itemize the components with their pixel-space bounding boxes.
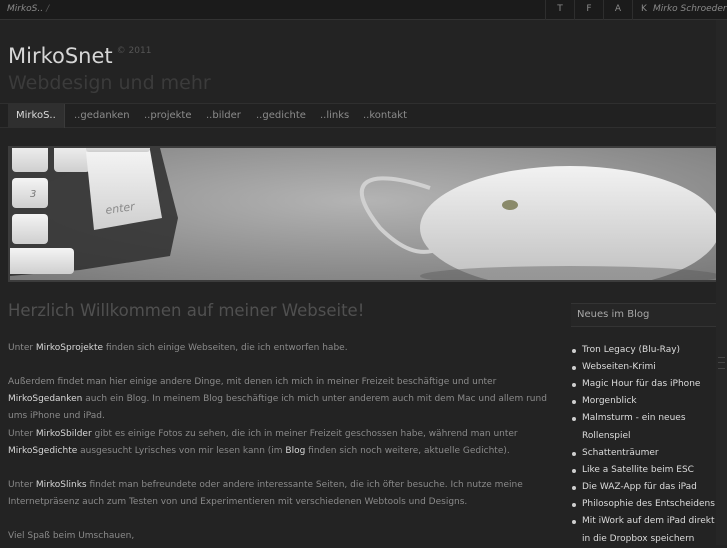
blog-post-link[interactable]: Schattenträumer <box>582 448 659 458</box>
nav-item-kontakt[interactable]: ..kontakt <box>363 104 407 128</box>
list-item[interactable]: Philosophie des Entscheidens <box>571 496 721 514</box>
list-item[interactable]: Die WAZ-App für das iPad <box>571 479 721 497</box>
main-navigation: MirkoS.. ..gedanken ..projekte ..bilder … <box>0 103 727 128</box>
letter-link-f[interactable]: F <box>575 4 603 14</box>
list-item[interactable]: Malmsturm - ein neues Rollenspiel <box>571 410 721 445</box>
bullet-icon <box>572 520 576 524</box>
bullet-icon <box>572 366 576 370</box>
text: Unter <box>8 480 36 490</box>
breadcrumb-separator: / <box>46 4 50 14</box>
site-subtitle: Webdesign und mehr <box>8 72 211 94</box>
list-item[interactable]: Mit iWork auf dem iPad direkt in die Dro… <box>571 513 721 548</box>
bullet-icon <box>572 486 576 490</box>
blog-post-link[interactable]: Tron Legacy (Blu-Ray) <box>582 345 680 355</box>
sidebar-heading-text: Neues im Blog <box>577 309 650 320</box>
list-item[interactable]: Magic Hour für das iPhone <box>571 376 721 394</box>
blog-post-link[interactable]: Die WAZ-App für das iPad <box>582 482 697 492</box>
header-banner-image: 3 enter <box>8 146 720 282</box>
text: Unter <box>8 343 36 353</box>
bullet-icon <box>572 383 576 387</box>
text: finden sich einige Webseiten, die ich en… <box>103 343 348 353</box>
top-bar: MirkoS.. / T F A K Mirko Schroeder <box>0 0 727 20</box>
text: auch ein Blog. In meinem Blog beschäftig… <box>8 394 547 421</box>
nav-item-projekte[interactable]: ..projekte <box>144 104 192 128</box>
text: Außerdem findet man hier einige andere D… <box>8 377 497 387</box>
breadcrumb[interactable]: MirkoS.. / <box>7 4 49 14</box>
blog-post-link[interactable]: Mit iWork auf dem iPad direkt in die Dro… <box>582 516 715 544</box>
site-title[interactable]: MirkoSnet © 2011 <box>8 44 151 68</box>
paragraph-projects: Unter MirkoSprojekte finden sich einige … <box>8 340 558 357</box>
paragraph-photos: Unter MirkoSbilder gibt es einige Fotos … <box>8 426 558 460</box>
copyright: © 2011 <box>116 46 152 56</box>
text: gibt es einige Fotos zu sehen, die ich i… <box>91 429 518 439</box>
blog-post-link[interactable]: Malmsturm - ein neues Rollenspiel <box>582 413 686 441</box>
link-gedichte[interactable]: MirkoSgedichte <box>8 446 77 456</box>
blog-post-link[interactable]: Webseiten-Krimi <box>582 362 656 372</box>
text: finden sich noch weitere, aktuelle Gedic… <box>305 446 510 456</box>
list-item[interactable]: Tron Legacy (Blu-Ray) <box>571 342 721 360</box>
author-name[interactable]: Mirko Schroeder <box>653 4 727 14</box>
link-bilder[interactable]: MirkoSbilder <box>36 429 92 439</box>
paragraph-blog: Außerdem findet man hier einige andere D… <box>8 374 558 425</box>
nav-item-home[interactable]: MirkoS.. <box>8 104 65 128</box>
letter-link-a[interactable]: A <box>604 4 632 14</box>
link-projekte[interactable]: MirkoSprojekte <box>36 343 103 353</box>
breadcrumb-home[interactable]: MirkoS.. <box>7 4 43 14</box>
list-item[interactable]: Like a Satellite beim ESC <box>571 462 721 480</box>
welcome-heading: Herzlich Willkommen auf meiner Webseite! <box>8 301 365 320</box>
link-links[interactable]: MirkoSlinks <box>36 480 87 490</box>
link-blog[interactable]: Blog <box>285 446 305 456</box>
list-item[interactable]: Webseiten-Krimi <box>571 359 721 377</box>
bullet-icon <box>572 417 576 421</box>
bullet-icon <box>572 452 576 456</box>
paragraph-links: Unter MirkoSlinks findet man befreundete… <box>8 477 558 511</box>
bullet-icon <box>572 400 576 404</box>
nav-item-gedichte[interactable]: ..gedichte <box>256 104 306 128</box>
site-title-text[interactable]: MirkoSnet <box>8 44 113 68</box>
link-gedanken[interactable]: MirkoSgedanken <box>8 394 82 404</box>
paragraph-closing: Viel Spaß beim Umschauen, <box>8 531 135 541</box>
blog-post-link[interactable]: Magic Hour für das iPhone <box>582 379 700 389</box>
scrollbar-grip-icon[interactable] <box>718 357 725 369</box>
sidebar-heading: Neues im Blog <box>571 303 720 327</box>
keyboard-and-mouse-photo: 3 enter <box>10 148 718 280</box>
blog-post-link[interactable]: Like a Satellite beim ESC <box>582 465 694 475</box>
nav-item-links[interactable]: ..links <box>320 104 349 128</box>
nav-item-bilder[interactable]: ..bilder <box>206 104 241 128</box>
list-item[interactable]: Morgenblick <box>571 393 721 411</box>
svg-text:3: 3 <box>30 189 36 200</box>
blog-post-link[interactable]: Philosophie des Entscheidens <box>582 499 715 509</box>
letter-link-t[interactable]: T <box>546 4 574 14</box>
bullet-icon <box>572 503 576 507</box>
text: ausgesucht Lyrisches von mir lesen kann … <box>77 446 286 456</box>
bullet-icon <box>572 469 576 473</box>
vertical-scrollbar[interactable] <box>716 20 727 545</box>
text: Unter <box>8 429 36 439</box>
bullet-icon <box>572 349 576 353</box>
blog-post-link[interactable]: Morgenblick <box>582 396 637 406</box>
list-item[interactable]: Schattenträumer <box>571 445 721 463</box>
nav-item-gedanken[interactable]: ..gedanken <box>74 104 130 128</box>
